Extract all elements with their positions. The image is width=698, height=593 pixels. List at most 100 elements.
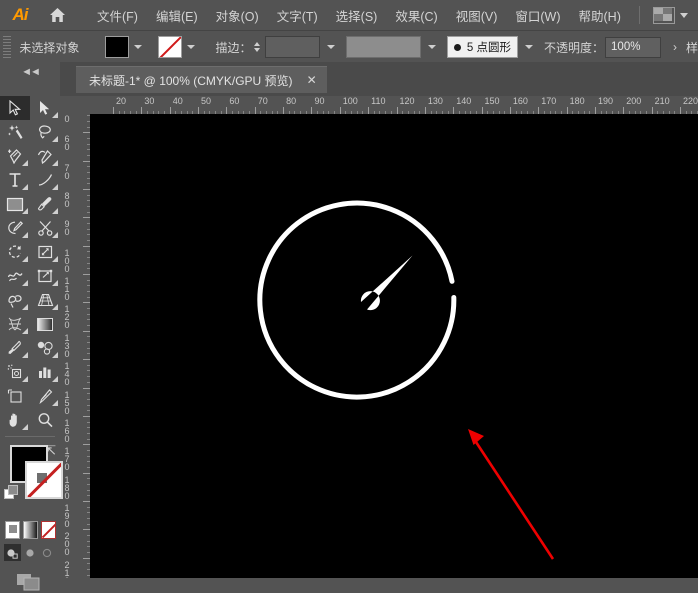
width-tool[interactable] — [0, 264, 30, 288]
ruler-corner[interactable] — [60, 96, 91, 115]
close-icon[interactable]: ✕ — [307, 73, 317, 87]
speedometer-gauge-artwork — [257, 200, 555, 560]
draw-inside-button[interactable] — [39, 544, 56, 561]
ruler-label: 170 — [541, 96, 557, 106]
stroke-weight-input[interactable] — [264, 36, 320, 58]
stroke-color-control[interactable] — [158, 36, 196, 58]
menu-window[interactable]: 窗口(W) — [506, 3, 569, 28]
ruler-label: 20 — [116, 96, 127, 106]
chevron-down-icon[interactable] — [525, 45, 534, 49]
none-mode-button[interactable] — [41, 521, 56, 539]
ruler-label: 70 — [257, 96, 268, 106]
workspace-switcher[interactable] — [631, 0, 688, 30]
type-tool[interactable] — [0, 168, 30, 192]
ruler-label: 200 — [64, 531, 70, 558]
document-tab-title: 未标题-1* @ 100% (CMYK/GPU 预览) — [89, 73, 293, 88]
perspective-grid-tool[interactable] — [30, 288, 60, 312]
ruler-tick — [396, 107, 398, 114]
horizontal-ruler[interactable]: 20 30 40 50 60 70 80 90 100 110 120 130 140 150 160 170… — [90, 96, 698, 115]
menu-help[interactable]: 帮助(H) — [570, 3, 630, 28]
ruler-label: 190 — [64, 502, 70, 529]
symbol-sprayer-tool[interactable] — [0, 360, 30, 384]
ruler-tick — [254, 107, 256, 114]
shaper-tool[interactable] — [0, 216, 30, 240]
panel-collapse-control[interactable]: ◄◄ — [0, 62, 60, 100]
default-fill-stroke-icon[interactable] — [4, 485, 18, 499]
menu-object[interactable]: 对象(O) — [207, 3, 268, 28]
lasso-tool[interactable] — [30, 120, 60, 144]
artboard-canvas[interactable] — [90, 114, 698, 578]
magic-wand-tool[interactable] — [0, 120, 30, 144]
vertical-ruler[interactable]: 50 60 70 80 90 100 110120130 140150160 170180190… — [60, 114, 91, 578]
selection-tool[interactable] — [0, 96, 30, 120]
variable-width-profile-field[interactable] — [345, 36, 421, 58]
ruler-label: 180 — [64, 474, 70, 501]
stroke-swatch-none[interactable] — [158, 36, 183, 58]
ruler-label: 80 — [64, 191, 70, 210]
fill-swatch[interactable] — [105, 36, 130, 58]
column-graph-tool[interactable] — [30, 360, 60, 384]
rotate-tool[interactable] — [0, 240, 30, 264]
blend-tool[interactable] — [30, 336, 60, 360]
opacity-expand-icon[interactable]: › — [673, 40, 677, 54]
gradient-mode-button[interactable] — [23, 521, 38, 539]
fill-color-control[interactable] — [105, 36, 143, 58]
artboard-tool[interactable] — [0, 384, 30, 408]
brush-definition-field[interactable]: 5 点圆形 — [446, 36, 519, 58]
color-mode-button[interactable] — [5, 521, 20, 539]
gradient-tool[interactable] — [30, 312, 60, 336]
ruler-tick — [169, 107, 171, 114]
draw-behind-button[interactable] — [22, 544, 39, 561]
menu-edit[interactable]: 编辑(E) — [147, 3, 207, 28]
free-transform-tool[interactable] — [30, 264, 60, 288]
stroke-swatch-none[interactable] — [25, 461, 63, 499]
tool-flyout-indicator-icon — [52, 208, 58, 214]
zoom-tool[interactable] — [30, 408, 60, 432]
ruler-label: 160 — [512, 96, 528, 106]
curvature-tool[interactable] — [30, 144, 60, 168]
menu-effect[interactable]: 效果(C) — [386, 3, 446, 28]
shape-builder-tool[interactable] — [0, 288, 30, 312]
scale-tool[interactable] — [30, 240, 60, 264]
control-bar: 未选择对象 描边： 5 点圆形 不透明度： 100% › 样 — [0, 30, 698, 64]
direct-selection-tool[interactable] — [30, 96, 60, 120]
paintbrush-tool[interactable] — [30, 192, 60, 216]
chevron-down-icon[interactable] — [427, 45, 436, 49]
control-bar-grip[interactable] — [3, 36, 12, 58]
line-segment-tool[interactable] — [30, 168, 60, 192]
ruler-label: 120 — [399, 96, 415, 106]
stroke-weight-stepper[interactable] — [251, 37, 262, 57]
selection-status-label: 未选择对象 — [19, 40, 80, 55]
pen-tool[interactable] — [0, 144, 30, 168]
ruler-label: 50 — [201, 96, 212, 106]
rectangle-tool[interactable] — [0, 192, 30, 216]
draw-normal-button[interactable] — [4, 544, 21, 561]
home-icon[interactable] — [40, 0, 74, 30]
tools-divider — [5, 436, 55, 437]
document-tab[interactable]: 未标题-1* @ 100% (CMYK/GPU 预览) ✕ — [76, 66, 327, 93]
menu-bar: Ai 文件(F) 编辑(E) 对象(O) 文字(T) 选择(S) 效果(C) 视… — [0, 0, 698, 30]
menu-view[interactable]: 视图(V) — [447, 3, 507, 28]
eyedropper-tool[interactable] — [0, 336, 30, 360]
chevron-down-icon[interactable] — [326, 45, 335, 49]
change-screen-mode-button[interactable] — [0, 561, 60, 593]
chevron-down-icon[interactable] — [134, 45, 143, 49]
menu-file[interactable]: 文件(F) — [88, 3, 147, 28]
menu-type[interactable]: 文字(T) — [268, 3, 327, 28]
tool-flyout-indicator-icon — [52, 184, 58, 190]
scissors-tool[interactable] — [30, 216, 60, 240]
opacity-input[interactable]: 100% — [605, 36, 661, 58]
tool-flyout-indicator-icon — [52, 304, 58, 310]
tool-flyout-indicator-icon — [22, 352, 28, 358]
ruler-tick — [83, 529, 90, 531]
ruler-label: 80 — [286, 96, 297, 106]
tool-flyout-indicator-icon — [22, 424, 28, 430]
chevron-down-icon[interactable] — [187, 45, 196, 49]
mesh-tool[interactable] — [0, 312, 30, 336]
ruler-tick — [453, 107, 455, 114]
menu-select[interactable]: 选择(S) — [327, 3, 387, 28]
ruler-label: 40 — [172, 96, 183, 106]
tool-flyout-indicator-icon — [52, 376, 58, 382]
slice-tool[interactable] — [30, 384, 60, 408]
hand-tool[interactable] — [0, 408, 30, 432]
